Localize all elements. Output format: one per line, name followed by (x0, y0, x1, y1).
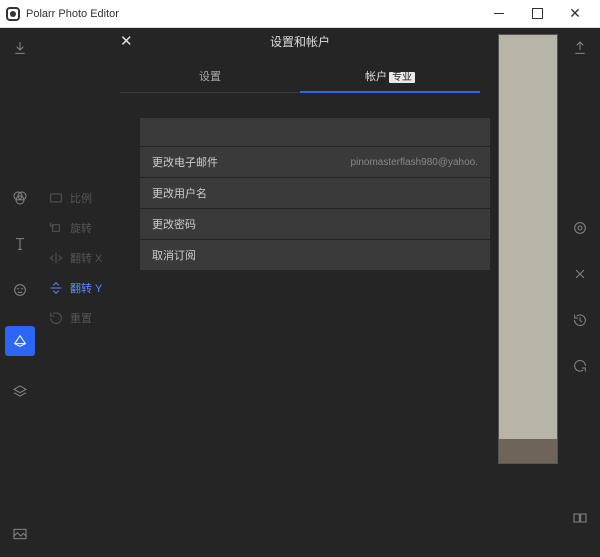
tool-rotate[interactable]: 旋转 (44, 213, 124, 243)
tool-ratio[interactable]: 比例 (44, 183, 124, 213)
tool-flip-x[interactable]: 翻转 X (44, 243, 124, 273)
tool-reset[interactable]: 重置 (44, 303, 124, 333)
tab-label: 帐户 (365, 71, 387, 83)
tool-label: 翻转 Y (70, 280, 102, 296)
text-icon[interactable] (10, 234, 30, 254)
tool-flip-y[interactable]: 翻转 Y (44, 273, 124, 303)
compare-icon[interactable] (572, 510, 588, 531)
tab-label: 设置 (199, 71, 221, 83)
titlebar: Polarr Photo Editor ✕ (0, 0, 600, 28)
row-label: 更改用户名 (152, 185, 207, 201)
row-change-email[interactable]: 更改电子邮件 pinomasterflash980@yahoo. (140, 147, 490, 177)
row-change-username[interactable]: 更改用户名 (140, 178, 490, 208)
row-cancel-subscription[interactable]: 取消订阅 (140, 240, 490, 270)
app-logo (6, 7, 20, 21)
dialog-header: ✕ 设置和帐户 (120, 32, 480, 50)
canvas-image (498, 34, 558, 464)
crop-icon[interactable] (5, 326, 35, 356)
dialog-tabs: 设置 帐户专业 (120, 68, 480, 93)
row-label: 取消订阅 (152, 247, 196, 263)
pro-badge: 专业 (389, 72, 415, 83)
tool-label: 旋转 (70, 220, 92, 236)
tab-settings[interactable]: 设置 (120, 68, 300, 92)
history-icon[interactable] (570, 310, 590, 330)
dialog-title: 设置和帐户 (144, 33, 456, 50)
panel-header (140, 118, 490, 146)
color-icon[interactable] (10, 188, 30, 208)
gallery-icon[interactable] (12, 526, 28, 547)
minimize-button[interactable] (480, 1, 518, 27)
close-window-button[interactable]: ✕ (556, 1, 594, 27)
lens-icon[interactable] (570, 218, 590, 238)
window-title: Polarr Photo Editor (26, 8, 119, 20)
effects-icon[interactable] (570, 264, 590, 284)
maximize-button[interactable] (518, 1, 556, 27)
undo-icon[interactable] (570, 356, 590, 376)
row-label: 更改电子邮件 (152, 154, 218, 170)
tab-account[interactable]: 帐户专业 (300, 68, 480, 92)
row-value: pinomasterflash980@yahoo. (351, 157, 478, 168)
tool-label: 比例 (70, 190, 92, 206)
import-icon[interactable] (10, 38, 30, 58)
app-body: 比例 旋转 翻转 X 翻转 Y 重置 ✕ 设置和帐户 (0, 28, 600, 557)
dialog-close-button[interactable]: ✕ (120, 32, 144, 50)
tool-label: 重置 (70, 310, 92, 326)
right-rail (560, 28, 600, 557)
export-icon[interactable] (570, 38, 590, 58)
face-icon[interactable] (10, 280, 30, 300)
row-change-password[interactable]: 更改密码 (140, 209, 490, 239)
row-label: 更改密码 (152, 216, 196, 232)
tool-label: 翻转 X (70, 250, 102, 266)
left-rail (0, 28, 40, 557)
crop-tools: 比例 旋转 翻转 X 翻转 Y 重置 (44, 183, 124, 333)
window-controls: ✕ (480, 1, 594, 27)
account-panel: 更改电子邮件 pinomasterflash980@yahoo. 更改用户名 更… (140, 118, 490, 271)
layers-icon[interactable] (10, 382, 30, 402)
